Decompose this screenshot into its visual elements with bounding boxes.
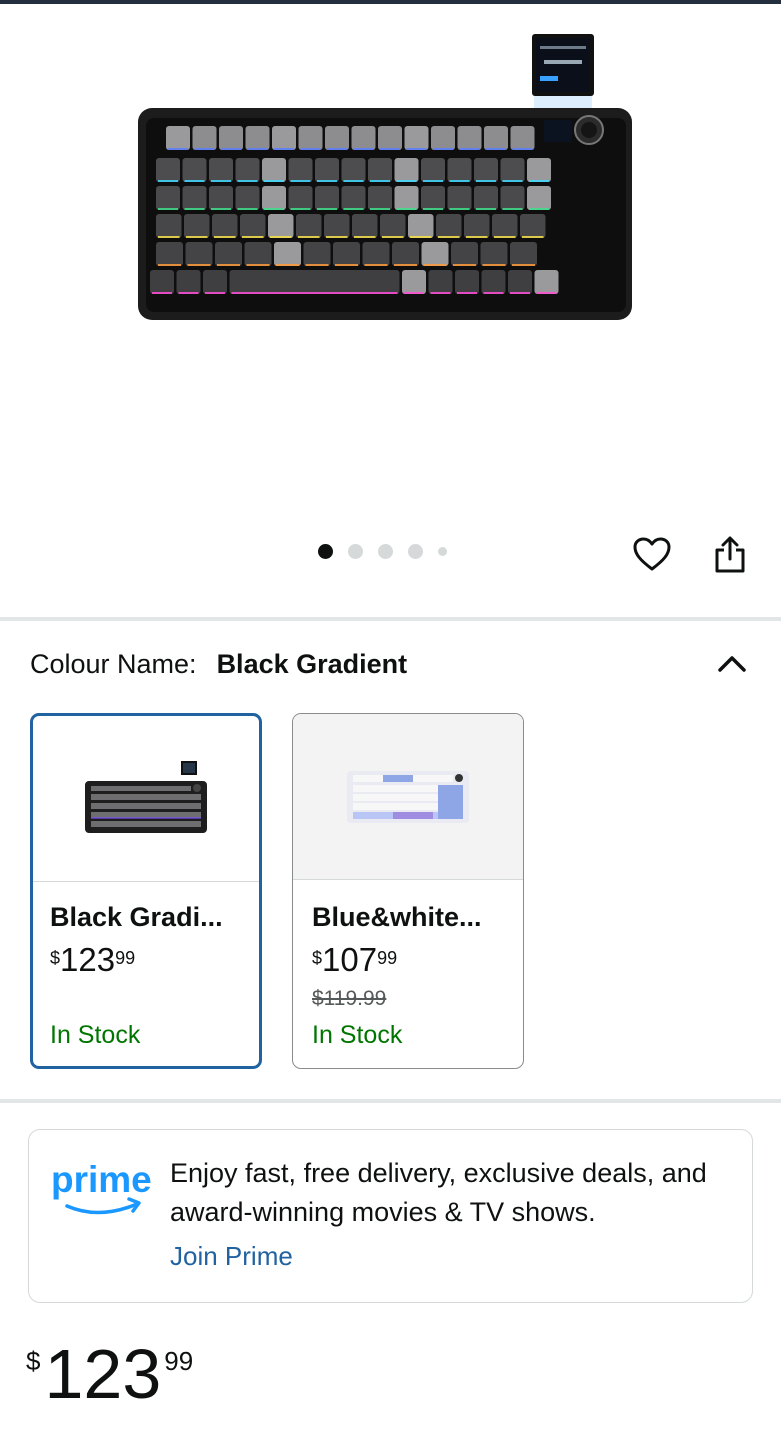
heart-outline-icon — [633, 537, 671, 571]
gallery-pagination-dots[interactable] — [318, 544, 447, 559]
colour-swatch-blue-white[interactable]: Blue&white... $ 107 99 $119.99 In Stock — [292, 713, 524, 1069]
stock-status: In Stock — [312, 1021, 403, 1049]
price-fraction: 99 — [164, 1346, 194, 1376]
collapse-colour-button[interactable] — [714, 648, 750, 680]
list-price-strikethrough: $119.99 — [312, 987, 387, 1010]
keyboard-black-thumbnail — [85, 760, 207, 833]
gallery-dot[interactable] — [408, 544, 423, 559]
price-whole: 107 — [322, 941, 378, 978]
colour-selector-header[interactable]: Colour Name: Black Gradient — [30, 646, 750, 682]
share-icon — [715, 536, 745, 573]
price-currency: $ — [26, 1346, 41, 1376]
gallery-dot[interactable] — [318, 544, 333, 559]
price-fraction: 99 — [115, 948, 136, 968]
swatch-thumbnail — [293, 714, 523, 879]
prime-logo: prime — [51, 1159, 152, 1215]
product-image-gallery[interactable] — [0, 4, 781, 614]
wishlist-button[interactable] — [630, 532, 674, 576]
colour-label: Colour Name: — [30, 648, 197, 679]
selected-colour-value: Black Gradient — [216, 648, 408, 679]
prime-promo-card[interactable]: prime Enjoy fast, free delivery, exclusi… — [28, 1129, 753, 1303]
gallery-dot[interactable] — [438, 547, 447, 556]
swatch-price: $ 123 99 — [50, 942, 135, 978]
swatch-name: Black Gradi... — [50, 902, 223, 932]
section-divider — [0, 1099, 781, 1103]
price-currency: $ — [312, 948, 323, 968]
keyboard-blue-white-thumbnail — [347, 770, 469, 823]
price-currency: $ — [50, 948, 61, 968]
share-button[interactable] — [708, 532, 752, 576]
swatch-price: $ 107 99 — [312, 942, 397, 978]
join-prime-link[interactable]: Join Prime — [170, 1241, 293, 1272]
gallery-dot[interactable] — [348, 544, 363, 559]
swatch-name: Blue&white... — [312, 902, 482, 932]
product-image-keyboard[interactable] — [130, 34, 640, 334]
colour-swatch-black-gradient[interactable]: Black Gradi... $ 123 99 In Stock — [30, 713, 262, 1069]
product-price: $ 123 99 — [26, 1336, 193, 1412]
gallery-dot[interactable] — [378, 544, 393, 559]
stock-status: In Stock — [50, 1021, 141, 1049]
price-whole: 123 — [60, 941, 116, 978]
prime-pitch-text: Enjoy fast, free delivery, exclusive dea… — [170, 1158, 707, 1227]
chevron-up-icon — [718, 656, 746, 672]
section-divider — [0, 617, 781, 621]
swatch-thumbnail — [33, 716, 259, 881]
swatch-divider — [293, 879, 523, 880]
prime-logo-text: prime — [51, 1159, 152, 1200]
swatch-divider — [33, 881, 259, 882]
price-fraction: 99 — [377, 948, 398, 968]
price-whole: 123 — [44, 1335, 162, 1413]
